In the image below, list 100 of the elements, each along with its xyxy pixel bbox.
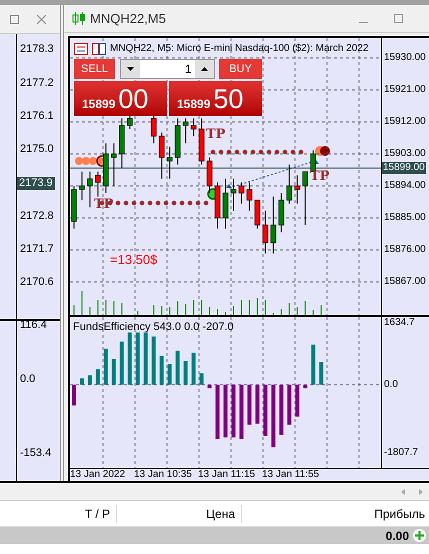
- candle: [278, 192, 284, 233]
- histogram-bar: [144, 332, 148, 385]
- candle: [238, 182, 244, 204]
- histogram-bar: [303, 384, 308, 388]
- price-label: 15894.00: [384, 180, 426, 192]
- price-label: 0.0: [384, 378, 398, 391]
- candle: [270, 196, 276, 254]
- price-label: 2171.7: [20, 243, 54, 256]
- candle: [79, 171, 85, 201]
- histogram-bar: [160, 356, 164, 385]
- histogram-bar: [192, 352, 196, 385]
- time-label: 13 Jan 11:55: [262, 469, 320, 481]
- histogram-bar: [208, 384, 212, 388]
- price-label: -153.4: [20, 447, 52, 460]
- candle: [150, 114, 157, 144]
- histogram-bar: [80, 378, 84, 385]
- price-label: 2170.6: [20, 276, 54, 289]
- price-label: 2177.2: [20, 77, 54, 90]
- candle: [87, 171, 93, 208]
- histogram-bar: [255, 384, 260, 424]
- window-title: MNQH22,M5: [90, 10, 166, 28]
- candle: [230, 178, 236, 212]
- histogram-bar: [263, 384, 268, 436]
- candle: [127, 114, 133, 130]
- current-price-label: 15899.00: [382, 162, 426, 174]
- histogram-bar: [88, 375, 92, 385]
- histogram-bar: [176, 350, 180, 385]
- histogram-bar: [112, 358, 116, 385]
- column-header[interactable]: Цена: [117, 504, 242, 522]
- histogram-bar: [224, 384, 228, 438]
- candle: [190, 118, 196, 137]
- histogram-bar: [279, 384, 284, 435]
- candle: [119, 118, 125, 169]
- price-label: 0.0: [20, 373, 36, 386]
- histogram-bar: [152, 336, 156, 385]
- candle: [198, 118, 204, 166]
- time-label: 13 Jan 10:35: [134, 469, 192, 481]
- chart-title: MNQH22, M5: Micro E-mini Nasdaq-100 ($2): March 2022: [110, 42, 368, 56]
- price-label: 2176.1: [20, 110, 54, 123]
- candle: [95, 171, 101, 198]
- buy-button[interactable]: BUY: [219, 59, 262, 79]
- price-label: 15867.00: [384, 276, 426, 288]
- list-icon: [74, 42, 88, 54]
- column-header[interactable]: T / P: [0, 504, 117, 522]
- close-icon: [37, 14, 46, 24]
- candle: [206, 156, 212, 194]
- volume-field[interactable]: 1: [120, 59, 214, 79]
- price-button[interactable]: 15899 00: [74, 81, 167, 116]
- histogram-bar: [311, 344, 316, 385]
- histogram-bar: [128, 332, 132, 385]
- take-profit-label: TP: [206, 128, 226, 142]
- sell-button[interactable]: SELL: [74, 59, 115, 79]
- volume-value: 1: [184, 61, 192, 78]
- chart-window-icon: [92, 42, 106, 54]
- histogram-bar: [319, 362, 324, 385]
- histogram-bar: [120, 342, 124, 385]
- profit-label: =13.50$: [110, 251, 158, 269]
- histogram-bar: [295, 384, 300, 417]
- price-label: 15921.00: [384, 84, 426, 96]
- candlestick-icon: [72, 12, 86, 25]
- histogram-bar: [168, 364, 172, 385]
- profit-cell-text: 0.00: [386, 528, 409, 544]
- candle: [166, 146, 172, 180]
- candle: [182, 118, 188, 144]
- candle: [103, 142, 109, 194]
- candle: [158, 132, 164, 180]
- histogram-bar: [216, 384, 220, 440]
- histogram-bar: [136, 332, 140, 385]
- current-price-label: 2173.9: [17, 177, 55, 190]
- histogram-bar: [96, 369, 100, 385]
- plus-icon: [413, 529, 426, 542]
- price-label: 15930.00: [384, 52, 426, 64]
- histogram-bar: [72, 384, 76, 406]
- histogram-bar: [231, 384, 236, 438]
- maximize-icon: [10, 14, 19, 24]
- column-header[interactable]: Прибыль: [242, 504, 429, 522]
- histogram-bar: [184, 361, 188, 385]
- candle: [246, 182, 252, 212]
- caret-up-icon[interactable]: [194, 60, 214, 78]
- price-label: 15876.00: [384, 244, 426, 256]
- candle: [294, 174, 300, 204]
- time-label: 13 Jan 11:15: [198, 469, 256, 481]
- minimize-icon: [359, 22, 368, 23]
- candle: [254, 200, 260, 230]
- price-button[interactable]: 15899 50: [169, 81, 262, 116]
- scroll-left-icon: [401, 488, 405, 494]
- exit-marker: [315, 146, 330, 156]
- caret-down-icon[interactable]: [120, 60, 140, 78]
- price-label: 15912.00: [384, 116, 426, 128]
- candle: [262, 210, 268, 254]
- histogram-bar: [247, 384, 252, 425]
- candle: [286, 164, 292, 204]
- price-label: 15903.00: [384, 148, 426, 160]
- histogram-bar: [200, 373, 204, 385]
- time-label: 13 Jan 2022: [70, 469, 126, 481]
- histogram-bar: [287, 384, 292, 425]
- candle: [111, 142, 117, 186]
- candle: [214, 182, 220, 230]
- histogram-bar: [104, 348, 108, 385]
- price-label: 2175.0: [20, 143, 54, 156]
